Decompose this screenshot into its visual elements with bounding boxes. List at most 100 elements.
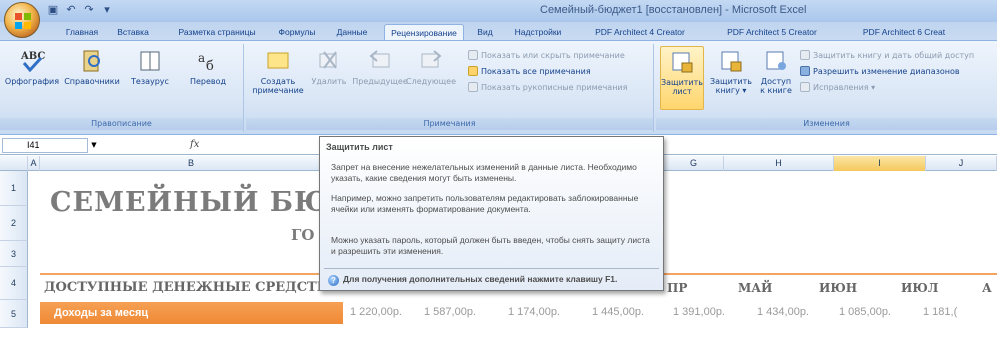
tooltip-title: Защитить лист [326,142,393,152]
tab-pdf-architect-6[interactable]: PDF Architect 6 Creat [848,24,960,40]
show-all-comments-button[interactable]: Показать все примечания [468,66,591,78]
tooltip-help: ? Для получения дополнительных сведений н… [328,274,617,286]
spelling-button[interactable]: ABC Орфография [4,48,60,86]
tooltip-paragraph: Запрет на внесение нежелательных изменен… [331,162,637,183]
month-header: МАЙ [738,281,773,295]
income-row-label[interactable]: Доходы за месяц [40,302,343,324]
row-header-5[interactable]: 5 [0,300,28,328]
thesaurus-book-icon [140,51,160,71]
new-comment-button[interactable]: Создать примечание [250,48,306,95]
allow-edit-ranges-icon [800,66,810,76]
svg-text:б: б [206,59,214,74]
share-workbook-icon [766,51,786,70]
show-all-comments-icon [468,66,478,76]
spelling-icon: ABC [20,51,45,73]
tab-pdf-architect-4[interactable]: PDF Architect 4 Creator [584,24,696,40]
translate-button[interactable]: a б Перевод [178,48,238,86]
protect-sheet-button[interactable]: Защитить лист [660,46,704,110]
office-button[interactable] [4,2,40,38]
income-cell[interactable]: 1 220,00р. [350,306,402,318]
row-header-2[interactable]: 2 [0,206,28,241]
tooltip-separator [324,268,659,269]
ribbon-tabs: Главная Вставка Разметка страницы Формул… [0,22,997,40]
share-workbook-button[interactable]: Доступ к книге [756,48,796,95]
ribbon: ABC Орфография Справочники Тезаурус a б [0,40,997,135]
income-cell[interactable]: 1 181,( [923,306,957,318]
month-header: А [982,281,992,295]
window-title: Семейный-бюджет1 [восстановлен] - Micros… [540,4,807,16]
protect-workbook-icon [721,51,742,72]
previous-comment-button[interactable]: Предыдущее [352,48,408,86]
tab-page-layout[interactable]: Разметка страницы [172,24,262,40]
show-ink-button[interactable]: Показать рукописные примечания [468,82,627,94]
protect-workbook-button[interactable]: Защитить книгу ▾ [708,48,754,95]
protect-sheet-icon [672,52,693,73]
tab-pdf-architect-5[interactable]: PDF Architect 5 Creator [716,24,828,40]
save-icon[interactable]: ▣ [46,3,60,17]
next-comment-button[interactable]: Следующее [406,48,456,86]
row-header-1[interactable]: 1 [0,171,28,206]
month-header: ИЮН [819,281,858,295]
office-logo-icon [15,13,31,29]
row-header-3[interactable]: 3 [0,241,28,267]
insert-function-icon[interactable]: fx [190,139,199,150]
undo-icon[interactable]: ↶ [64,3,78,17]
previous-comment-icon [369,50,390,68]
tab-data[interactable]: Данные [332,24,372,40]
protect-and-share-button[interactable]: Защитить книгу и дать общий доступ [800,50,974,62]
redo-icon[interactable]: ↷ [82,3,96,17]
quick-access-toolbar: ▣ ↶ ↷ ▾ [46,3,114,17]
section-heading: ДОСТУПНЫЕ ДЕНЕЖНЫЕ СРЕДСТВ [44,280,328,295]
show-ink-icon [468,82,478,92]
sheet-year: ГО [291,226,315,244]
comments-group: Создать примечание Удалить Предыдущее Сл… [246,44,654,132]
comments-group-label: Примечания [246,118,653,130]
svg-text:a: a [198,51,205,65]
delete-comment-icon [319,51,337,69]
tab-insert[interactable]: Вставка [112,24,154,40]
column-header-a[interactable]: A [28,156,40,171]
select-all-corner[interactable] [0,156,28,171]
new-comment-icon [267,52,289,69]
show-hide-comment-button[interactable]: Показать или скрыть примечание [468,50,625,62]
references-button[interactable]: Справочники [62,48,122,86]
column-header-j[interactable]: J [926,156,997,171]
income-cell[interactable]: 1 174,00р. [508,306,560,318]
translate-icon: a б [198,51,214,74]
income-cell[interactable]: 1 445,00р. [592,306,644,318]
protect-sheet-tooltip: Защитить лист Запрет на внесение нежелат… [319,136,664,291]
svg-text:ABC: ABC [20,51,45,62]
tooltip-paragraph: Можно указать пароль, который должен быт… [331,235,650,256]
track-changes-icon [800,82,810,92]
name-box[interactable]: I41 [2,138,88,153]
delete-comment-button[interactable]: Удалить [308,48,350,86]
protect-and-share-icon [800,50,810,60]
customize-qat-icon[interactable]: ▾ [100,3,114,17]
income-cell[interactable]: 1 587,00р. [424,306,476,318]
thesaurus-button[interactable]: Тезаурус [122,48,178,86]
tooltip-paragraph: Например, можно запретить пользователям … [331,193,639,214]
tab-view[interactable]: Вид [472,24,498,40]
income-cell[interactable]: 1 391,00р. [673,306,725,318]
name-box-dropdown-icon[interactable]: ▼ [88,138,100,153]
sheet-title: СЕМЕЙНЫЙ БЮД [50,187,355,218]
income-cell[interactable]: 1 085,00р. [839,306,891,318]
title-bar: ▣ ↶ ↷ ▾ Семейный-бюджет1 [восстановлен] … [0,0,997,38]
allow-edit-ranges-button[interactable]: Разрешить изменение диапазонов [800,66,960,78]
column-header-g[interactable]: G [664,156,724,171]
tab-formulas[interactable]: Формулы [276,24,318,40]
column-header-h[interactable]: H [724,156,834,171]
track-changes-button[interactable]: Исправления ▾ [800,82,875,94]
row-header-4[interactable]: 4 [0,267,28,300]
show-hide-comment-icon [468,50,478,60]
month-header: ИЮЛ [901,281,939,295]
tab-home[interactable]: Главная [60,24,104,40]
tab-addins[interactable]: Надстройки [510,24,566,40]
income-cell[interactable]: 1 434,00р. [757,306,809,318]
research-book-icon [83,50,100,72]
tab-review[interactable]: Рецензирование [384,24,464,40]
column-header-i[interactable]: I [834,156,926,171]
help-icon: ? [328,275,339,286]
column-header-b[interactable]: B [40,156,343,171]
changes-group-label: Изменения [656,118,997,130]
